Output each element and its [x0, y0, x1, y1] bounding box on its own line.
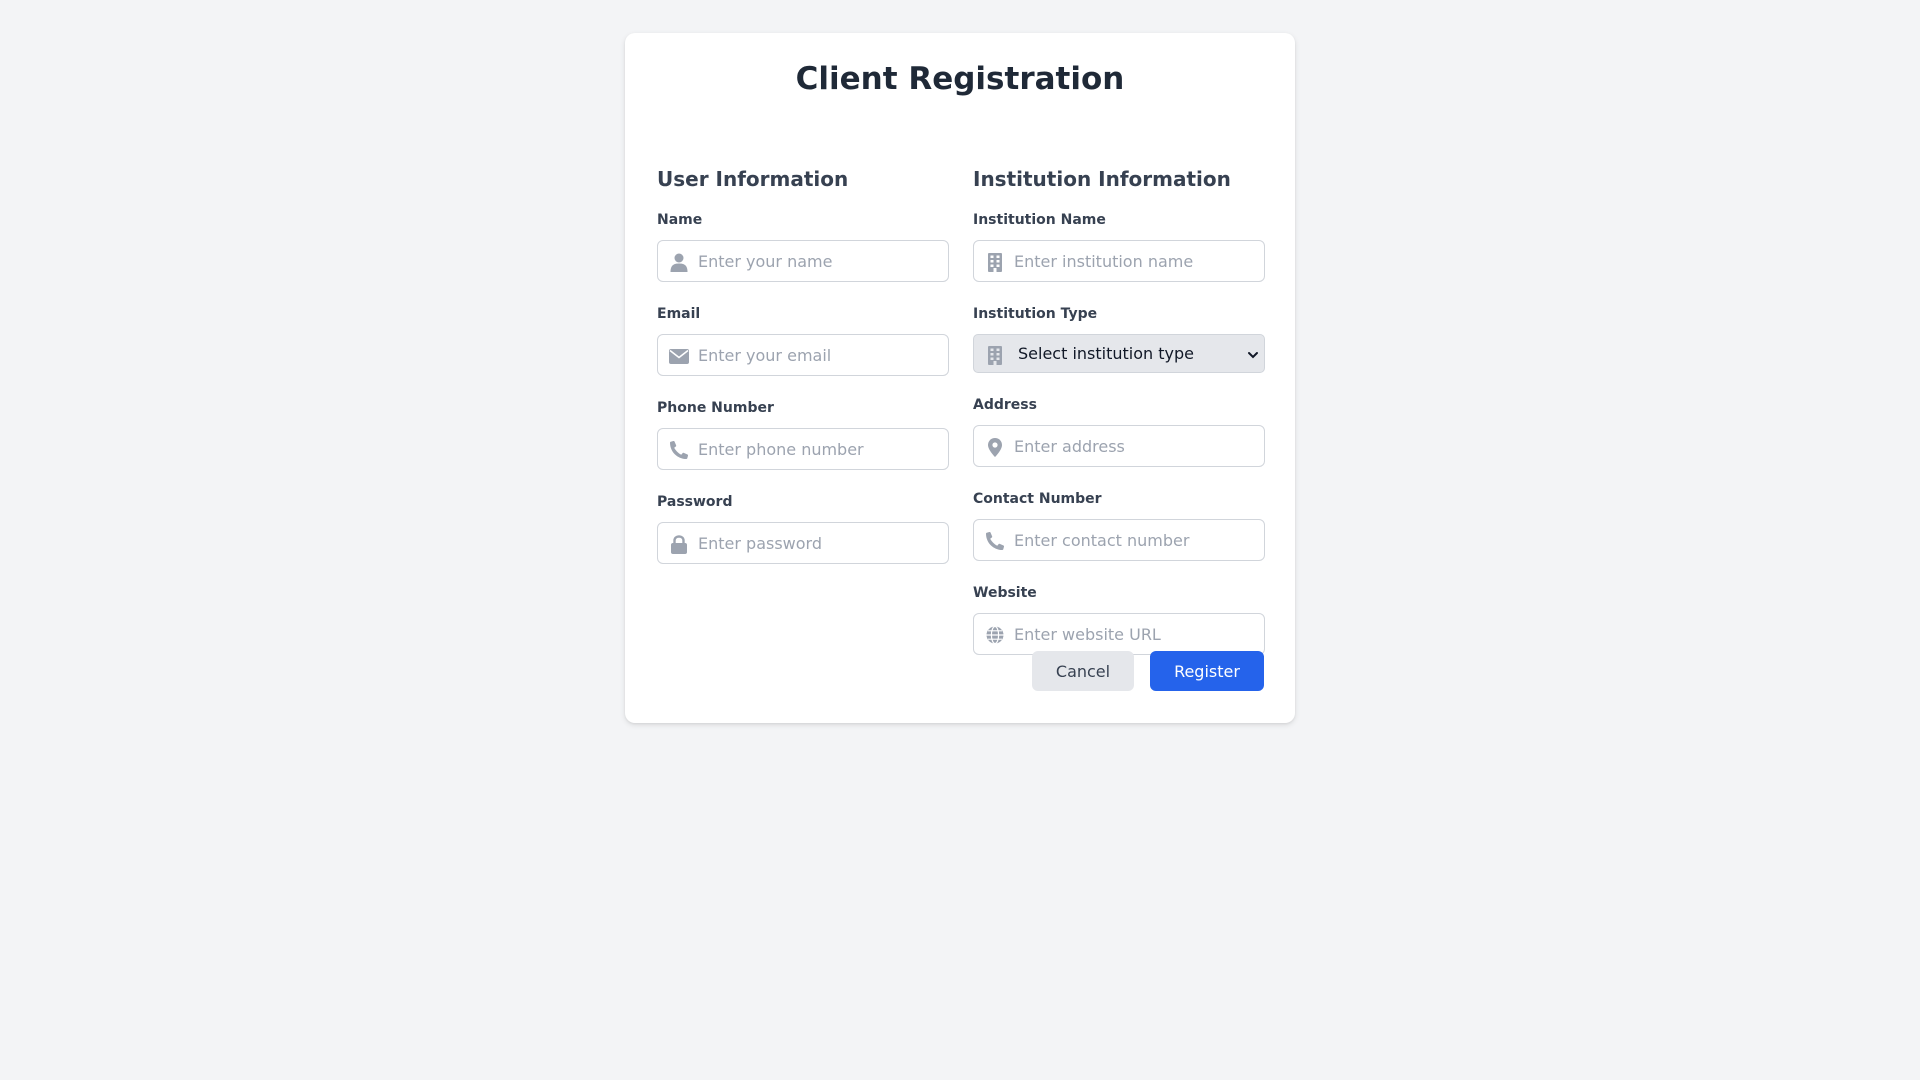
- institution-name-field-group: Institution Name: [973, 211, 1265, 282]
- user-icon: [669, 252, 689, 272]
- chevron-down-icon: [1246, 347, 1260, 361]
- lock-icon: [669, 534, 689, 554]
- building-icon: [985, 345, 1005, 365]
- registration-card: Client Registration User Information Nam…: [625, 33, 1295, 723]
- globe-icon: [985, 625, 1005, 645]
- email-field-group: Email: [657, 305, 949, 376]
- user-information-heading: User Information: [657, 167, 849, 191]
- password-input-wrapper: [657, 522, 949, 564]
- institution-information-heading: Institution Information: [973, 167, 1231, 191]
- phone-label: Phone Number: [657, 400, 774, 416]
- building-icon: [985, 252, 1005, 272]
- phone-icon: [985, 531, 1005, 551]
- password-field-group: Password: [657, 493, 949, 564]
- phone-icon: [669, 440, 689, 460]
- name-label: Name: [657, 212, 703, 228]
- website-label: Website: [973, 585, 1037, 601]
- page-title: Client Registration: [795, 61, 1125, 97]
- cancel-button[interactable]: Cancel: [1032, 651, 1134, 691]
- email-label: Email: [657, 306, 701, 322]
- map-pin-icon: [985, 437, 1005, 457]
- institution-type-select[interactable]: Select institution type: [973, 334, 1265, 373]
- address-label: Address: [973, 397, 1037, 413]
- institution-name-label: Institution Name: [973, 212, 1106, 228]
- name-input-wrapper: [657, 240, 949, 282]
- password-label: Password: [657, 494, 733, 510]
- institution-type-selected-value: Select institution type: [1018, 344, 1194, 363]
- contact-number-input-wrapper: [973, 519, 1265, 561]
- address-input[interactable]: [974, 426, 1264, 466]
- phone-input[interactable]: [658, 429, 948, 469]
- envelope-icon: [669, 346, 689, 366]
- website-input[interactable]: [974, 614, 1264, 654]
- user-information-section: User Information Name Email: [657, 133, 949, 587]
- form-actions: Cancel Register: [1032, 651, 1264, 691]
- institution-name-input[interactable]: [974, 241, 1264, 281]
- website-field-group: Website: [973, 584, 1265, 655]
- email-input[interactable]: [658, 335, 948, 375]
- register-button[interactable]: Register: [1150, 651, 1264, 691]
- phone-input-wrapper: [657, 428, 949, 470]
- institution-information-section: Institution Information Institution Name…: [973, 133, 1265, 678]
- contact-number-field-group: Contact Number: [973, 490, 1265, 561]
- email-input-wrapper: [657, 334, 949, 376]
- institution-name-input-wrapper: [973, 240, 1265, 282]
- institution-type-label: Institution Type: [973, 306, 1098, 322]
- address-field-group: Address: [973, 396, 1265, 467]
- password-input[interactable]: [658, 523, 948, 563]
- website-input-wrapper: [973, 613, 1265, 655]
- address-input-wrapper: [973, 425, 1265, 467]
- phone-field-group: Phone Number: [657, 399, 949, 470]
- contact-number-label: Contact Number: [973, 491, 1102, 507]
- institution-type-field-group: Institution Type Select institution type: [973, 305, 1265, 373]
- name-field-group: Name: [657, 211, 949, 282]
- name-input[interactable]: [658, 241, 948, 281]
- contact-number-input[interactable]: [974, 520, 1264, 560]
